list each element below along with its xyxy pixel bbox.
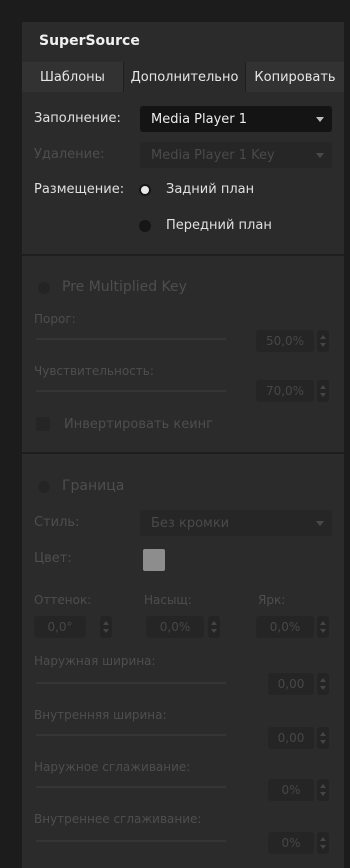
outer-softness-stepper[interactable]	[317, 779, 329, 801]
hue-stepper[interactable]	[100, 616, 112, 638]
chevron-down-icon	[316, 153, 324, 158]
premultiplied-label: Pre Multiplied Key	[62, 279, 187, 295]
invert-key-label: Инвертировать кеинг	[64, 417, 213, 432]
hue-value-field[interactable]: 0,0°	[34, 616, 86, 638]
luminance-value-field[interactable]: 0,0%	[256, 616, 314, 638]
outer-width-stepper[interactable]	[317, 673, 329, 695]
inner-width-label: Внутренняя ширина:	[34, 708, 167, 722]
invert-key-checkbox[interactable]	[36, 417, 50, 431]
section-divider	[22, 254, 344, 256]
style-label: Стиль:	[34, 515, 80, 530]
border-style-value: Без кромки	[151, 515, 230, 531]
tab-advanced[interactable]: Дополнительно	[124, 62, 246, 92]
outer-softness-slider[interactable]	[36, 786, 226, 788]
clip-slider[interactable]	[36, 338, 226, 340]
border-color-swatch[interactable]	[143, 549, 165, 571]
fill-source-value: Media Player 1	[151, 111, 248, 127]
chevron-down-icon	[316, 521, 324, 526]
outer-width-slider[interactable]	[36, 682, 226, 684]
gain-stepper[interactable]	[317, 380, 329, 402]
clip-label: Порог:	[34, 312, 76, 326]
foreground-radio[interactable]	[139, 220, 151, 232]
tab-copy[interactable]: Копировать	[246, 62, 344, 92]
tab-presets[interactable]: Шаблоны	[22, 62, 124, 92]
inner-softness-label: Внутреннее сглаживание:	[34, 812, 202, 826]
supersource-panel: SuperSource Шаблоны Дополнительно Копиро…	[22, 22, 344, 868]
inner-width-value-field[interactable]: 0,00	[268, 727, 314, 749]
saturation-stepper[interactable]	[208, 616, 220, 638]
clip-stepper[interactable]	[317, 330, 329, 352]
cut-source-value: Media Player 1 Key	[151, 147, 275, 163]
cut-label: Удаление:	[34, 147, 105, 162]
clip-value-field[interactable]: 50,0%	[256, 330, 314, 352]
tab-bar: Шаблоны Дополнительно Копировать	[22, 62, 344, 92]
panel-title: SuperSource	[39, 33, 140, 49]
section-divider	[22, 452, 344, 454]
gain-value-field[interactable]: 70,0%	[256, 380, 314, 402]
border-toggle[interactable]	[38, 481, 50, 493]
outer-softness-value-field[interactable]: 0%	[268, 779, 314, 801]
saturation-value-field[interactable]: 0,0%	[146, 616, 204, 638]
chevron-down-icon	[316, 117, 324, 122]
saturation-label: Насыщ:	[144, 593, 192, 607]
color-label: Цвет:	[34, 551, 72, 566]
foreground-radio-label[interactable]: Передний план	[166, 218, 272, 233]
hue-label: Оттенок:	[34, 593, 92, 607]
gain-label: Чувствительность:	[34, 364, 154, 378]
background-radio-label[interactable]: Задний план	[166, 182, 254, 197]
placement-label: Размещение:	[34, 182, 125, 197]
luminance-label: Ярк:	[258, 593, 286, 607]
inner-softness-value-field[interactable]: 0%	[268, 832, 314, 854]
border-label: Граница	[62, 478, 125, 494]
background-radio[interactable]	[139, 184, 151, 196]
panel-header[interactable]: SuperSource	[22, 22, 344, 60]
fill-label: Заполнение:	[34, 111, 121, 126]
outer-width-label: Наружная ширина:	[34, 654, 156, 668]
inner-width-stepper[interactable]	[317, 727, 329, 749]
inner-width-slider[interactable]	[36, 734, 226, 736]
border-style-select[interactable]: Без кромки	[140, 510, 332, 536]
fill-source-select[interactable]: Media Player 1	[140, 106, 332, 132]
outer-softness-label: Наружное сглаживание:	[34, 760, 191, 774]
inner-softness-slider[interactable]	[36, 840, 226, 842]
outer-width-value-field[interactable]: 0,00	[268, 673, 314, 695]
luminance-stepper[interactable]	[317, 616, 329, 638]
gain-slider[interactable]	[36, 390, 226, 392]
premultiplied-toggle[interactable]	[38, 282, 50, 294]
inner-softness-stepper[interactable]	[317, 832, 329, 854]
cut-source-select[interactable]: Media Player 1 Key	[140, 142, 332, 168]
